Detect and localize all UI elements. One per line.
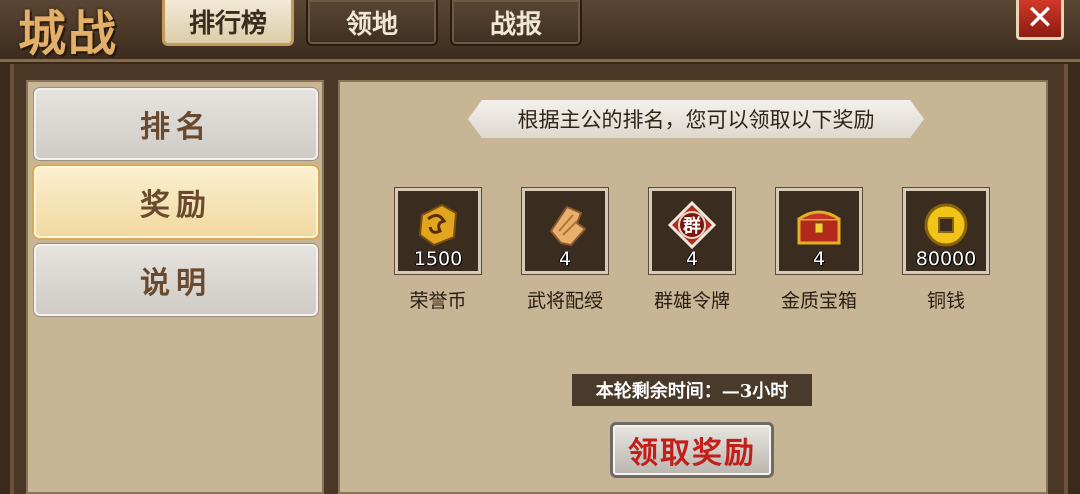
reward-item[interactable]: 群 4 群雄令牌	[642, 188, 742, 313]
reward-name: 荣誉币	[409, 290, 467, 312]
remaining-time: 本轮剩余时间：—3小时	[572, 374, 812, 406]
reward-count: 4	[558, 248, 572, 270]
close-button[interactable]: ✕	[1016, 0, 1064, 40]
reward-slot: 80000	[903, 188, 989, 274]
top-bar: 城战 排行榜 领地 战报 ✕	[0, 0, 1080, 62]
reward-count: 80000	[915, 248, 977, 270]
reward-count: 4	[685, 248, 699, 270]
reward-name: 铜钱	[926, 290, 965, 312]
reward-slot: 1500	[395, 188, 481, 274]
reward-list: 1500 荣誉币 4 武将配绶 群 4 群雄令牌 4 金质宝箱 80000 铜钱	[388, 188, 1008, 318]
reward-name: 群雄令牌	[653, 290, 730, 312]
honor-coin-icon	[414, 201, 462, 249]
sidebar: 排名 奖励 说明	[26, 80, 324, 494]
reward-count: 1500	[413, 248, 463, 270]
sidebar-item-ranking[interactable]: 排名	[34, 88, 318, 160]
tab-battle-report[interactable]: 战报	[450, 0, 582, 46]
qunxiong-token-icon: 群	[667, 200, 717, 250]
page-title: 城战	[18, 6, 119, 62]
reward-banner: 根据主公的排名，您可以领取以下奖励	[468, 100, 924, 138]
close-icon: ✕	[1025, 0, 1055, 38]
reward-item[interactable]: 1500 荣誉币	[388, 188, 488, 313]
copper-coin-icon	[922, 201, 970, 249]
reward-item[interactable]: 80000 铜钱	[896, 188, 996, 313]
gold-chest-icon	[795, 201, 843, 249]
reward-name: 金质宝箱	[780, 290, 857, 312]
sidebar-item-rewards[interactable]: 奖励	[34, 166, 318, 238]
reward-slot: 4	[522, 188, 608, 274]
tab-territory[interactable]: 领地	[306, 0, 438, 46]
reward-panel: 根据主公的排名，您可以领取以下奖励 1500 荣誉币 4 武将配绶 群 4 群雄…	[338, 80, 1048, 494]
claim-reward-button[interactable]: 领取奖励	[610, 422, 774, 478]
reward-slot: 4	[776, 188, 862, 274]
reward-item[interactable]: 4 金质宝箱	[769, 188, 869, 313]
sidebar-item-instructions[interactable]: 说明	[34, 244, 318, 316]
reward-name: 武将配绶	[526, 290, 603, 312]
tab-ranking[interactable]: 排行榜	[162, 0, 294, 46]
reward-count: 4	[812, 248, 826, 270]
reward-slot: 群 4	[649, 188, 735, 274]
ribbon-token-icon	[541, 201, 589, 249]
token-char: 群	[683, 215, 701, 237]
reward-item[interactable]: 4 武将配绶	[515, 188, 615, 313]
